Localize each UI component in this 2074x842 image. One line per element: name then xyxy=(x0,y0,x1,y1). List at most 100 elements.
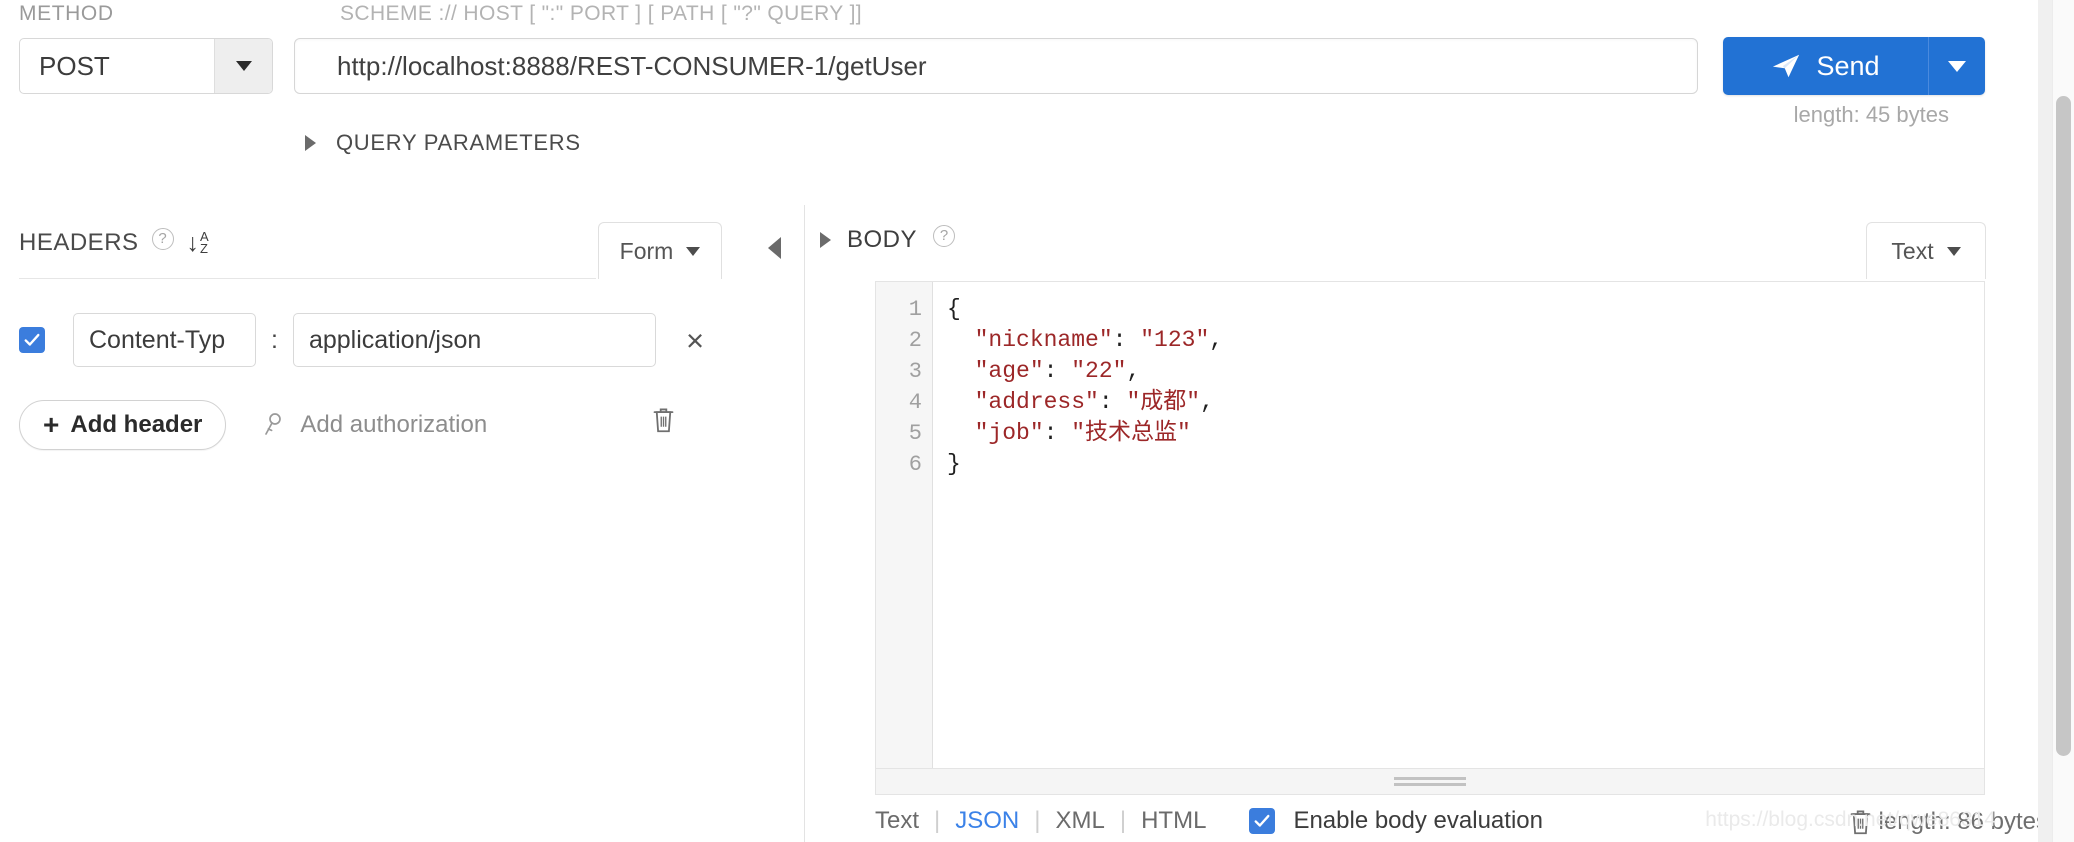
send-button-group[interactable]: Send xyxy=(1723,37,1985,95)
headers-title: HEADERS xyxy=(19,229,139,256)
body-header: BODY ? xyxy=(820,225,956,255)
code-token: "nickname" xyxy=(974,327,1113,353)
send-button-label: Send xyxy=(1816,50,1880,81)
code-line: { xyxy=(947,294,1984,325)
enable-body-evaluation-checkbox[interactable] xyxy=(1249,808,1276,834)
line-number: 1 xyxy=(908,297,922,322)
format-text[interactable]: Text xyxy=(875,807,919,835)
header-enabled-checkbox[interactable] xyxy=(19,327,45,353)
line-number: 4 xyxy=(908,390,922,415)
url-length-label: length: 45 bytes xyxy=(1793,102,1949,127)
code-token: "123" xyxy=(1140,327,1210,353)
format-separator: | xyxy=(1034,807,1041,834)
chevron-right-icon[interactable] xyxy=(820,232,831,248)
enable-body-evaluation-label: Enable body evaluation xyxy=(1293,807,1543,834)
plus-icon: + xyxy=(43,409,60,440)
scrollbar-thumb[interactable] xyxy=(2056,96,2071,756)
body-view-mode-select[interactable]: Text xyxy=(1866,222,1986,279)
code-token: { xyxy=(947,296,961,322)
send-button[interactable]: Send xyxy=(1723,37,1929,95)
method-select-value: POST xyxy=(39,50,110,81)
code-token: "技术总监" xyxy=(1071,420,1191,446)
method-label: METHOD xyxy=(19,2,114,25)
remove-header-button[interactable]: × xyxy=(686,325,704,356)
add-authorization-label: Add authorization xyxy=(300,411,488,438)
method-select[interactable]: POST xyxy=(19,38,273,94)
add-header-label: Add header xyxy=(70,411,203,438)
headers-view-mode-select[interactable]: Form xyxy=(598,222,722,279)
code-token: , xyxy=(1200,389,1214,415)
format-json[interactable]: JSON xyxy=(955,807,1019,835)
code-token: : xyxy=(1098,389,1127,415)
code-token: , xyxy=(1209,327,1224,353)
code-line: "job": "技术总监" xyxy=(947,418,1984,449)
add-authorization-button[interactable]: Add authorization xyxy=(262,411,487,439)
code-token: "成都" xyxy=(1126,389,1201,415)
vertical-scrollbar[interactable] xyxy=(2052,0,2074,842)
body-length-label: length: 86 bytes xyxy=(1878,808,2048,835)
line-number: 3 xyxy=(908,359,922,384)
header-value-input[interactable]: application/json xyxy=(292,313,656,367)
format-separator: | xyxy=(1119,807,1127,834)
grabber-icon xyxy=(1394,777,1466,786)
code-line: "age": "22", xyxy=(947,356,1984,387)
headers-underline xyxy=(19,278,596,279)
scrollbar-gutter xyxy=(2038,0,2052,842)
panel-divider xyxy=(804,205,805,842)
down-arrow-icon: ↓ xyxy=(186,228,200,257)
paper-plane-icon xyxy=(1773,54,1800,78)
headers-view-mode-value: Form xyxy=(619,237,674,264)
body-editor-resize-handle[interactable] xyxy=(875,769,1985,795)
url-format-label: SCHEME :// HOST [ ":" PORT ] [ PATH [ "?… xyxy=(340,2,863,25)
code-token: } xyxy=(947,451,961,477)
chevron-down-icon xyxy=(1948,60,1966,72)
code-token: "22" xyxy=(1071,358,1127,384)
code-line: "nickname": "123", xyxy=(947,325,1984,356)
body-footer: Text | JSON | XML | HTML Enable body eva… xyxy=(875,800,1985,842)
chevron-down-icon xyxy=(235,61,252,71)
rest-client-window: METHOD SCHEME :// HOST [ ":" PORT ] [ PA… xyxy=(0,0,2074,842)
body-view-mode-value: Text xyxy=(1891,237,1934,264)
headers-header: HEADERS ? ↓ A Z xyxy=(19,228,209,258)
line-number: 5 xyxy=(908,421,922,446)
format-separator: | xyxy=(934,807,941,834)
body-title: BODY xyxy=(847,226,918,253)
body-code[interactable]: { "nickname": "123", "age": "22", "addre… xyxy=(933,282,1984,768)
code-token: , xyxy=(1126,358,1141,384)
check-icon xyxy=(24,333,40,346)
help-icon[interactable]: ? xyxy=(151,228,174,250)
header-key-input[interactable]: Content-Typ xyxy=(73,313,256,367)
check-icon xyxy=(1254,814,1270,827)
format-xml[interactable]: XML xyxy=(1056,807,1105,835)
line-number: 2 xyxy=(908,328,922,353)
query-parameters-label: QUERY PARAMETERS xyxy=(336,130,581,155)
body-editor[interactable]: 1 2 3 4 5 6 { "nickname": "123", "age": "22",… xyxy=(875,281,1985,769)
code-token: : xyxy=(1043,358,1072,384)
code-line: } xyxy=(947,449,1984,480)
sort-letter-z: Z xyxy=(200,241,208,256)
chevron-down-icon xyxy=(686,246,701,256)
send-options-button[interactable] xyxy=(1929,37,1985,95)
delete-all-headers-button[interactable] xyxy=(650,405,677,440)
header-row: Content-Typ : application/json × xyxy=(19,313,704,367)
code-token: : xyxy=(1043,420,1072,446)
line-number-gutter: 1 2 3 4 5 6 xyxy=(876,282,933,768)
query-parameters-toggle[interactable]: QUERY PARAMETERS xyxy=(305,130,581,156)
help-icon[interactable]: ? xyxy=(933,225,956,247)
code-line: "address": "成都", xyxy=(947,387,1984,418)
sort-alphabetical-icon[interactable]: ↓ A Z xyxy=(186,228,209,257)
collapse-left-panel-button[interactable] xyxy=(768,237,781,259)
format-html[interactable]: HTML xyxy=(1141,807,1206,835)
clear-body-button[interactable] xyxy=(1847,807,1874,842)
chevron-right-icon xyxy=(305,135,316,151)
line-number: 6 xyxy=(908,452,922,477)
code-token: "age" xyxy=(974,358,1044,384)
headers-actions: + Add header Add authorization xyxy=(19,400,487,450)
url-input[interactable]: http://localhost:8888/REST-CONSUMER-1/ge… xyxy=(294,38,1698,94)
method-dropdown-button[interactable] xyxy=(214,39,272,93)
add-header-button[interactable]: + Add header xyxy=(19,400,227,450)
